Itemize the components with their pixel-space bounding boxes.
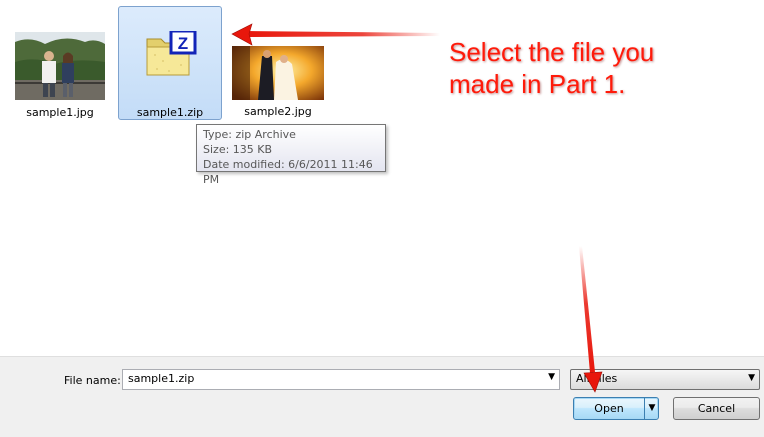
split-divider: [644, 398, 645, 419]
file-name-label: File name:: [64, 374, 121, 387]
file-name-label: sample1.jpg: [26, 106, 94, 119]
photo-thumbnail-icon: [15, 32, 105, 100]
tooltip-size: Size: 135 KB: [203, 143, 273, 156]
cancel-button[interactable]: Cancel: [673, 397, 760, 420]
svg-text:Z: Z: [178, 34, 188, 53]
annotation-line-2: made in Part 1.: [449, 69, 626, 99]
annotation-line-1: Select the file you: [449, 37, 655, 67]
photo-thumbnail-icon: [232, 46, 324, 100]
file-name-value: sample1.zip: [128, 372, 195, 385]
tooltip-type: Type: zip Archive: [203, 128, 296, 141]
file-type-select[interactable]: All Files ▼: [570, 369, 760, 390]
file-name-input[interactable]: sample1.zip ▼: [122, 369, 560, 390]
file-name-label: sample1.zip: [136, 106, 204, 119]
file-item-sample1-zip[interactable]: Z sample1.zip: [118, 6, 222, 120]
file-item-sample2-jpg[interactable]: sample2.jpg: [228, 44, 328, 120]
cancel-button-label: Cancel: [697, 402, 736, 415]
file-name-label: sample2.jpg: [244, 105, 312, 118]
zip-archive-icon: Z: [145, 29, 197, 77]
chevron-down-icon[interactable]: ▼: [548, 372, 555, 382]
file-type-value: All Files: [576, 372, 618, 385]
chevron-down-icon[interactable]: ▼: [748, 373, 755, 383]
open-button-label: Open: [594, 402, 624, 415]
chevron-down-icon[interactable]: ▼: [646, 398, 658, 419]
file-item-sample1-jpg[interactable]: sample1.jpg: [10, 28, 110, 120]
tooltip-date-modified: Date modified: 6/6/2011 11:46 PM: [203, 158, 373, 186]
file-info-tooltip: Type: zip Archive Size: 135 KB Date modi…: [196, 124, 386, 186]
open-button[interactable]: Open ▼: [573, 397, 659, 420]
file-list-pane[interactable]: sample1.jpg Z sample1.zip sample2.jpg Ty…: [0, 0, 764, 356]
instruction-annotation: Select the file you made in Part 1.: [449, 36, 749, 100]
